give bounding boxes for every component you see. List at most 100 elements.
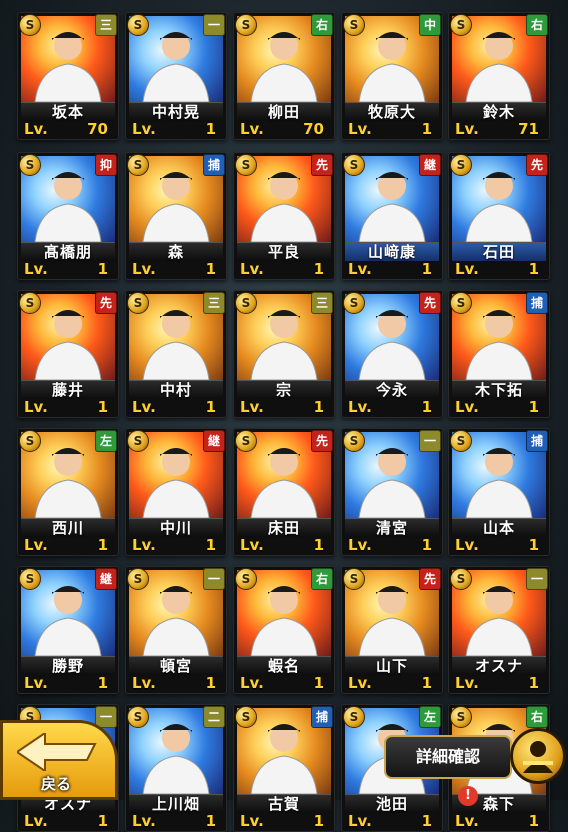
level-prefix: Lv. [24, 536, 48, 554]
level-value: 1 [528, 536, 539, 554]
level-prefix: Lv. [24, 120, 48, 138]
player-name: 古賀 [237, 794, 331, 813]
player-card[interactable]: S 二上川畑 Lv. 1 [125, 704, 227, 832]
back-arrow-icon [17, 733, 97, 771]
player-card[interactable]: S 捕山本 Lv. 1 [448, 428, 550, 556]
level-value: 1 [205, 260, 216, 278]
level-prefix: Lv. [455, 398, 479, 416]
level-value: 71 [518, 120, 539, 138]
player-level: Lv. 1 [132, 121, 222, 138]
rank-s-badge-icon: S [127, 706, 149, 728]
player-level: Lv. 1 [455, 813, 545, 830]
level-value: 70 [87, 120, 108, 138]
position-badge: 継 [203, 430, 225, 452]
player-level: Lv. 1 [132, 537, 222, 554]
player-card[interactable]: S 一オスナ Lv. 1 [448, 566, 550, 694]
level-value: 1 [421, 674, 432, 692]
position-badge: 捕 [311, 706, 333, 728]
player-card[interactable]: S 中牧原大 Lv. 1 [341, 12, 443, 140]
player-name: 鈴木 [452, 102, 546, 121]
level-value: 1 [205, 398, 216, 416]
player-card[interactable]: S 右柳田 Lv. 70 [233, 12, 335, 140]
player-card[interactable]: S 三中村 Lv. 1 [125, 290, 227, 418]
player-card[interactable]: S 左西川 Lv. 1 [17, 428, 119, 556]
position-badge: 一 [203, 568, 225, 590]
rank-s-badge-icon: S [343, 568, 365, 590]
player-card[interactable]: S 継中川 Lv. 1 [125, 428, 227, 556]
rank-s-badge-icon: S [450, 430, 472, 452]
player-name: 木下拓 [452, 380, 546, 399]
rank-s-badge-icon: S [127, 14, 149, 36]
position-badge: 中 [419, 14, 441, 36]
level-value: 1 [421, 536, 432, 554]
back-button[interactable]: 戻る [0, 720, 118, 800]
player-card[interactable]: S 三宗 Lv. 1 [233, 290, 335, 418]
player-card[interactable]: S 抑髙橋朋 Lv. 1 [17, 152, 119, 280]
player-card[interactable]: S 右蝦名 Lv. 1 [233, 566, 335, 694]
level-value: 1 [205, 674, 216, 692]
player-card[interactable]: S 継勝野 Lv. 1 [17, 566, 119, 694]
level-value: 1 [97, 674, 108, 692]
level-prefix: Lv. [455, 536, 479, 554]
level-prefix: Lv. [240, 674, 264, 692]
detail-confirm-button[interactable]: 詳細確認 [384, 728, 568, 786]
level-prefix: Lv. [240, 260, 264, 278]
player-level: Lv. 1 [24, 537, 114, 554]
position-badge: 三 [203, 292, 225, 314]
rank-s-badge-icon: S [235, 568, 257, 590]
player-name: 山本 [452, 518, 546, 537]
position-badge: 左 [419, 706, 441, 728]
player-name: 藤井 [21, 380, 115, 399]
player-card[interactable]: S 一頓宮 Lv. 1 [125, 566, 227, 694]
level-prefix: Lv. [24, 398, 48, 416]
position-badge: 先 [311, 154, 333, 176]
position-badge: 右 [311, 568, 333, 590]
level-prefix: Lv. [132, 674, 156, 692]
level-value: 1 [528, 398, 539, 416]
player-card[interactable]: S 捕木下拓 Lv. 1 [448, 290, 550, 418]
position-badge: 二 [203, 706, 225, 728]
player-name: 牧原大 [345, 102, 439, 121]
player-card[interactable]: S 先今永 Lv. 1 [341, 290, 443, 418]
level-value: 1 [313, 674, 324, 692]
rank-s-badge-icon: S [343, 430, 365, 452]
position-badge: 右 [526, 706, 548, 728]
player-level: Lv. 1 [348, 121, 438, 138]
player-card[interactable]: S 右鈴木 Lv. 71 [448, 12, 550, 140]
level-prefix: Lv. [240, 120, 264, 138]
level-prefix: Lv. [240, 812, 264, 830]
player-name: 平良 [237, 242, 331, 261]
player-card[interactable]: S 先平良 Lv. 1 [233, 152, 335, 280]
player-name: 石田 [452, 242, 546, 261]
level-prefix: Lv. [24, 260, 48, 278]
rank-s-badge-icon: S [450, 14, 472, 36]
player-card[interactable]: S 一中村晃 Lv. 1 [125, 12, 227, 140]
player-card[interactable]: S 捕森 Lv. 1 [125, 152, 227, 280]
level-value: 1 [97, 260, 108, 278]
player-name: 勝野 [21, 656, 115, 675]
player-card[interactable]: S 先藤井 Lv. 1 [17, 290, 119, 418]
player-name: 中川 [129, 518, 223, 537]
player-card[interactable]: S 三坂本 Lv. 70 [17, 12, 119, 140]
level-prefix: Lv. [348, 120, 372, 138]
alert-badge: ! [458, 786, 478, 806]
player-level: Lv. 1 [132, 675, 222, 692]
player-card[interactable]: S 一清宮 Lv. 1 [341, 428, 443, 556]
player-name: 床田 [237, 518, 331, 537]
player-level: Lv. 1 [24, 261, 114, 278]
level-value: 1 [97, 536, 108, 554]
player-name: 中村 [129, 380, 223, 399]
level-prefix: Lv. [132, 120, 156, 138]
player-card[interactable]: S 先石田 Lv. 1 [448, 152, 550, 280]
player-card[interactable]: S 捕古賀 Lv. 1 [233, 704, 335, 832]
player-card[interactable]: S 先山下 Lv. 1 [341, 566, 443, 694]
player-card[interactable]: S 先床田 Lv. 1 [233, 428, 335, 556]
player-name: 中村晃 [129, 102, 223, 121]
level-value: 1 [97, 812, 108, 830]
level-value: 1 [205, 120, 216, 138]
player-card[interactable]: S 継山﨑康 Lv. 1 [341, 152, 443, 280]
rank-s-badge-icon: S [235, 154, 257, 176]
player-level: Lv. 1 [240, 675, 330, 692]
rank-s-badge-icon: S [343, 154, 365, 176]
player-level: Lv. 70 [240, 121, 330, 138]
